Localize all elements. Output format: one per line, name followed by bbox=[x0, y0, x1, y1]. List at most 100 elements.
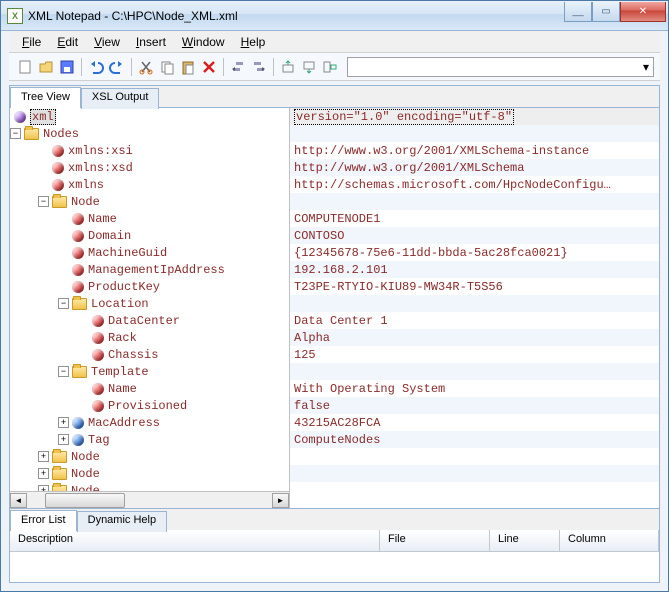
node-mac[interactable]: MacAddress bbox=[88, 416, 160, 430]
scroll-right-icon[interactable]: ► bbox=[272, 493, 289, 508]
tab-error-list[interactable]: Error List bbox=[10, 510, 77, 531]
element-icon bbox=[72, 434, 84, 446]
node-t-name[interactable]: Name bbox=[108, 382, 137, 396]
tab-dynamic-help[interactable]: Dynamic Help bbox=[77, 511, 167, 532]
node-productkey[interactable]: ProductKey bbox=[88, 280, 160, 294]
cut-button[interactable] bbox=[136, 57, 156, 77]
value-provisioned[interactable]: false bbox=[294, 399, 330, 413]
tab-xsl-output[interactable]: XSL Output bbox=[81, 88, 159, 109]
node-chassis[interactable]: Chassis bbox=[108, 348, 158, 362]
delete-button[interactable] bbox=[199, 57, 219, 77]
value-ip[interactable]: 192.168.2.101 bbox=[294, 263, 388, 277]
toolbar: ▾ bbox=[9, 53, 660, 81]
attr-icon bbox=[92, 349, 104, 361]
folder-icon bbox=[52, 196, 67, 208]
value-guid[interactable]: {12345678-75e6-11dd-bbda-5ac28fca0021} bbox=[294, 246, 568, 260]
value-name[interactable]: COMPUTENODE1 bbox=[294, 212, 380, 226]
menu-edit[interactable]: Edit bbox=[50, 33, 85, 51]
menu-view[interactable]: View bbox=[87, 33, 127, 51]
menu-help[interactable]: Help bbox=[234, 33, 273, 51]
col-file[interactable]: File bbox=[380, 530, 490, 551]
expander-icon[interactable]: + bbox=[58, 417, 69, 428]
new-button[interactable] bbox=[15, 57, 35, 77]
address-combo[interactable]: ▾ bbox=[347, 57, 654, 77]
node-node[interactable]: Node bbox=[71, 450, 100, 464]
value-xmldecl[interactable]: version="1.0" encoding="utf-8" bbox=[294, 109, 514, 125]
expander-icon[interactable]: − bbox=[58, 366, 69, 377]
tree-h-scrollbar[interactable]: ◄ ► bbox=[10, 491, 289, 508]
maximize-button[interactable]: ▭ bbox=[592, 2, 620, 22]
value-tname[interactable]: With Operating System bbox=[294, 382, 445, 396]
undo-button[interactable] bbox=[86, 57, 106, 77]
pi-icon bbox=[14, 111, 26, 123]
node-template[interactable]: Template bbox=[91, 365, 149, 379]
value-domain[interactable]: CONTOSO bbox=[294, 229, 344, 243]
nudge-right-button[interactable] bbox=[249, 57, 269, 77]
expander-icon[interactable]: + bbox=[38, 468, 49, 479]
menu-file[interactable]: File bbox=[15, 33, 48, 51]
folder-icon bbox=[52, 468, 67, 480]
scroll-left-icon[interactable]: ◄ bbox=[10, 493, 27, 508]
folder-icon bbox=[72, 366, 87, 378]
minimize-button[interactable]: __ bbox=[564, 2, 592, 22]
menubar: File Edit View Insert Window Help bbox=[9, 31, 660, 53]
node-tag[interactable]: Tag bbox=[88, 433, 110, 447]
value-pane[interactable]: version="1.0" encoding="utf-8" http://ww… bbox=[290, 108, 659, 508]
value-rack[interactable]: Alpha bbox=[294, 331, 330, 345]
node-node[interactable]: Node bbox=[71, 467, 100, 481]
node-datacenter[interactable]: DataCenter bbox=[108, 314, 180, 328]
attr-icon bbox=[72, 247, 84, 259]
node-location[interactable]: Location bbox=[91, 297, 149, 311]
menu-insert[interactable]: Insert bbox=[129, 33, 173, 51]
insert-before-button[interactable] bbox=[278, 57, 298, 77]
app-window: X XML Notepad - C:\HPC\Node_XML.xml __ ▭… bbox=[0, 0, 669, 592]
value-xmlns[interactable]: http://schemas.microsoft.com/HpcNodeConf… bbox=[294, 178, 611, 192]
node-name[interactable]: Name bbox=[88, 212, 117, 226]
node-machineguid[interactable]: MachineGuid bbox=[88, 246, 167, 260]
node-xmlns-xsd[interactable]: xmlns:xsd bbox=[68, 161, 133, 175]
node-xmlns-xsi[interactable]: xmlns:xsi bbox=[68, 144, 133, 158]
expander-icon[interactable]: − bbox=[58, 298, 69, 309]
node-node[interactable]: Node bbox=[71, 195, 100, 209]
node-mgmtip[interactable]: ManagementIpAddress bbox=[88, 263, 225, 277]
nudge-left-button[interactable] bbox=[228, 57, 248, 77]
open-button[interactable] bbox=[36, 57, 56, 77]
value-pkey[interactable]: T23PE-RTYIO-KIU89-MW34R-T5S56 bbox=[294, 280, 503, 294]
tree-pane[interactable]: xml − Nodes xmlns:xsi xmlns:xsd xmlns − No… bbox=[10, 108, 290, 508]
col-column[interactable]: Column bbox=[560, 530, 659, 551]
paste-button[interactable] bbox=[178, 57, 198, 77]
scroll-thumb[interactable] bbox=[45, 493, 125, 508]
node-domain[interactable]: Domain bbox=[88, 229, 131, 243]
expander-icon[interactable]: − bbox=[38, 196, 49, 207]
node-rack[interactable]: Rack bbox=[108, 331, 137, 345]
titlebar[interactable]: X XML Notepad - C:\HPC\Node_XML.xml __ ▭… bbox=[1, 1, 668, 31]
error-grid-body bbox=[10, 552, 659, 582]
insert-after-button[interactable] bbox=[299, 57, 319, 77]
redo-button[interactable] bbox=[107, 57, 127, 77]
col-description[interactable]: Description bbox=[10, 530, 380, 551]
save-button[interactable] bbox=[57, 57, 77, 77]
element-icon bbox=[72, 417, 84, 429]
value-xsd[interactable]: http://www.w3.org/2001/XMLSchema bbox=[294, 161, 524, 175]
close-button[interactable]: ✕ bbox=[620, 2, 666, 22]
col-line[interactable]: Line bbox=[490, 530, 560, 551]
folder-icon bbox=[52, 451, 67, 463]
value-datacenter[interactable]: Data Center 1 bbox=[294, 314, 388, 328]
expander-icon[interactable]: − bbox=[10, 128, 21, 139]
tab-tree-view[interactable]: Tree View bbox=[10, 87, 81, 108]
attr-icon bbox=[72, 213, 84, 225]
menu-window[interactable]: Window bbox=[175, 33, 232, 51]
value-mac[interactable]: 43215AC28FCA bbox=[294, 416, 380, 430]
node-xmlns[interactable]: xmlns bbox=[68, 178, 104, 192]
copy-button[interactable] bbox=[157, 57, 177, 77]
node-nodes[interactable]: Nodes bbox=[43, 127, 79, 141]
expander-icon[interactable]: + bbox=[58, 434, 69, 445]
expander-icon[interactable]: + bbox=[38, 451, 49, 462]
node-node[interactable]: Node bbox=[71, 484, 100, 492]
value-tag[interactable]: ComputeNodes bbox=[294, 433, 380, 447]
value-chassis[interactable]: 125 bbox=[294, 348, 316, 362]
tree-root[interactable]: xml bbox=[30, 109, 56, 125]
insert-child-button[interactable] bbox=[320, 57, 340, 77]
node-provisioned[interactable]: Provisioned bbox=[108, 399, 187, 413]
value-xsi[interactable]: http://www.w3.org/2001/XMLSchema-instanc… bbox=[294, 144, 589, 158]
